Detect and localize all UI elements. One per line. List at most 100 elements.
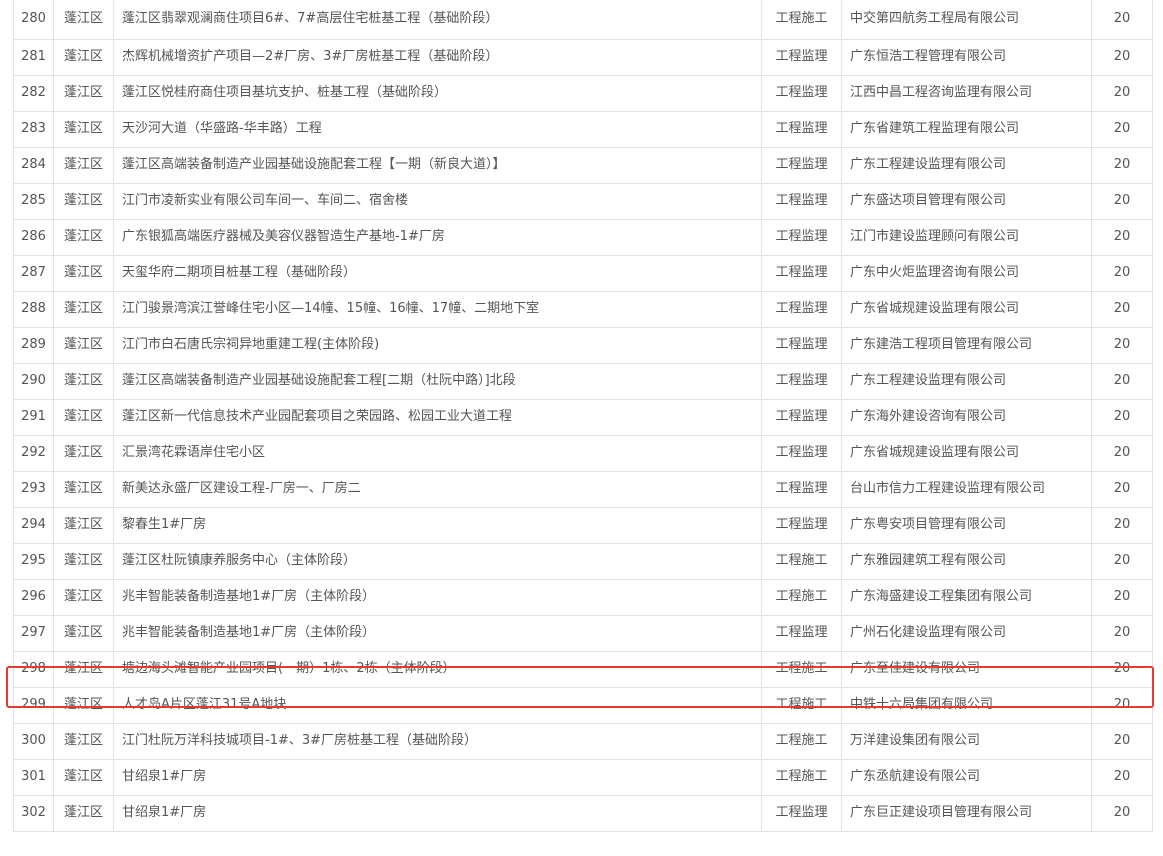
district-cell: 蓬江区: [53, 110, 114, 148]
district-cell: 蓬江区: [53, 614, 114, 652]
work-type-cell: 工程监理: [761, 326, 842, 364]
row-number-cell: 280: [13, 0, 54, 40]
district-cell: 蓬江区: [53, 686, 114, 724]
project-name-cell: 甘绍泉1#厂房: [113, 758, 762, 796]
district-cell: 蓬江区: [53, 38, 114, 76]
work-type-cell: 工程监理: [761, 38, 842, 76]
district-cell: 蓬江区: [53, 146, 114, 184]
work-type-cell: 工程监理: [761, 74, 842, 112]
row-number-cell: 302: [13, 794, 54, 832]
table-row: 301 蓬江区 甘绍泉1#厂房 工程施工 广东丞航建设有限公司 20: [13, 758, 1153, 796]
work-type-cell: 工程监理: [761, 218, 842, 256]
table-row: 287 蓬江区 天玺华府二期项目桩基工程（基础阶段） 工程监理 广东中火炬监理咨询有限公…: [13, 254, 1153, 292]
company-name-cell: 广东中火炬监理咨询有限公司: [841, 254, 1092, 292]
work-type-cell: 工程监理: [761, 470, 842, 508]
project-name-cell: 广东银狐高端医疗器械及美容仪器智造生产基地-1#厂房: [113, 218, 762, 256]
district-cell: 蓬江区: [53, 542, 114, 580]
project-name-cell: 蓬江区高端装备制造产业园基础设施配套工程[二期（杜阮中路）]北段: [113, 362, 762, 400]
company-name-cell: 台山市信力工程建设监理有限公司: [841, 470, 1092, 508]
district-cell: 蓬江区: [53, 506, 114, 544]
row-number-cell: 300: [13, 722, 54, 760]
score-cell: 20: [1091, 182, 1153, 220]
company-name-cell: 江西中昌工程咨询监理有限公司: [841, 74, 1092, 112]
district-cell: 蓬江区: [53, 254, 114, 292]
table-body: 280 蓬江区 蓬江区翡翠观澜商住项目6#、7#高层住宅桩基工程（基础阶段） 工程施工…: [13, 0, 1153, 832]
company-name-cell: 广东工程建设监理有限公司: [841, 362, 1092, 400]
work-type-cell: 工程施工: [761, 722, 842, 760]
work-type-cell: 工程施工: [761, 0, 842, 40]
score-cell: 20: [1091, 254, 1153, 292]
table-row: 286 蓬江区 广东银狐高端医疗器械及美容仪器智造生产基地-1#厂房 工程监理 江门市建…: [13, 218, 1153, 256]
score-cell: 20: [1091, 758, 1153, 796]
score-cell: 20: [1091, 146, 1153, 184]
table-row: 293 蓬江区 新美达永盛厂区建设工程-厂房一、厂房二 工程监理 台山市信力工程建设监理…: [13, 470, 1153, 508]
score-cell: 20: [1091, 434, 1153, 472]
district-cell: 蓬江区: [53, 362, 114, 400]
project-name-cell: 兆丰智能装备制造基地1#厂房（主体阶段）: [113, 578, 762, 616]
score-cell: 20: [1091, 398, 1153, 436]
row-number-cell: 293: [13, 470, 54, 508]
table-row: 285 蓬江区 江门市凌新实业有限公司车间一、车间二、宿舍楼 工程监理 广东盛达项目管理…: [13, 182, 1153, 220]
table-row: 284 蓬江区 蓬江区高端装备制造产业园基础设施配套工程【一期（新良大道）】 工程监理…: [13, 146, 1153, 184]
work-type-cell: 工程监理: [761, 794, 842, 832]
table-row: 289 蓬江区 江门市白石唐氏宗祠异地重建工程(主体阶段) 工程监理 广东建浩工程项目管…: [13, 326, 1153, 364]
score-cell: 20: [1091, 542, 1153, 580]
district-cell: 蓬江区: [53, 290, 114, 328]
table-row: 295 蓬江区 蓬江区杜阮镇康养服务中心（主体阶段） 工程施工 广东雅园建筑工程有限公司…: [13, 542, 1153, 580]
project-name-cell: 江门杜阮万洋科技城项目-1#、3#厂房桩基工程（基础阶段）: [113, 722, 762, 760]
row-number-cell: 286: [13, 218, 54, 256]
score-cell: 20: [1091, 614, 1153, 652]
row-number-cell: 295: [13, 542, 54, 580]
project-name-cell: 江门市凌新实业有限公司车间一、车间二、宿舍楼: [113, 182, 762, 220]
table-row: 288 蓬江区 江门骏景湾滨江誉峰住宅小区—14幢、15幢、16幢、17幢、二期地下…: [13, 290, 1153, 328]
table-row: 283 蓬江区 天沙河大道（华盛路-华丰路）工程 工程监理 广东省建筑工程监理有限公司 2…: [13, 110, 1153, 148]
company-name-cell: 中铁十六局集团有限公司: [841, 686, 1092, 724]
table-row: 299 蓬江区 人才岛A片区蓬江31号A地块 工程施工 中铁十六局集团有限公司 20: [13, 686, 1153, 724]
table-row: 282 蓬江区 蓬江区悦桂府商住项目基坑支护、桩基工程（基础阶段） 工程监理 江西中昌工…: [13, 74, 1153, 112]
project-name-cell: 甘绍泉1#厂房: [113, 794, 762, 832]
district-cell: 蓬江区: [53, 470, 114, 508]
score-cell: 20: [1091, 38, 1153, 76]
project-name-cell: 蓬江区杜阮镇康养服务中心（主体阶段）: [113, 542, 762, 580]
work-type-cell: 工程监理: [761, 110, 842, 148]
work-type-cell: 工程监理: [761, 434, 842, 472]
work-type-cell: 工程监理: [761, 398, 842, 436]
work-type-cell: 工程施工: [761, 686, 842, 724]
company-name-cell: 广东省城规建设监理有限公司: [841, 434, 1092, 472]
work-type-cell: 工程施工: [761, 650, 842, 688]
district-cell: 蓬江区: [53, 650, 114, 688]
project-name-cell: 江门市白石唐氏宗祠异地重建工程(主体阶段): [113, 326, 762, 364]
company-name-cell: 广东巨正建设项目管理有限公司: [841, 794, 1092, 832]
row-number-cell: 283: [13, 110, 54, 148]
score-cell: 20: [1091, 362, 1153, 400]
row-number-cell: 284: [13, 146, 54, 184]
table-row-highlighted: 298 蓬江区 塘边海头滩智能产业园项目(一期）1栋、2栋（主体阶段） 工程施工 广东至…: [13, 650, 1153, 688]
company-name-cell: 广东盛达项目管理有限公司: [841, 182, 1092, 220]
score-cell: 20: [1091, 650, 1153, 688]
work-type-cell: 工程施工: [761, 758, 842, 796]
project-name-cell: 天玺华府二期项目桩基工程（基础阶段）: [113, 254, 762, 292]
table-row: 294 蓬江区 黎春生1#厂房 工程监理 广东粤安项目管理有限公司 20: [13, 506, 1153, 544]
table-row: 296 蓬江区 兆丰智能装备制造基地1#厂房（主体阶段） 工程施工 广东海盛建设工程集团…: [13, 578, 1153, 616]
work-type-cell: 工程监理: [761, 362, 842, 400]
table-row: 280 蓬江区 蓬江区翡翠观澜商住项目6#、7#高层住宅桩基工程（基础阶段） 工程施工…: [13, 0, 1153, 40]
row-number-cell: 289: [13, 326, 54, 364]
work-type-cell: 工程监理: [761, 614, 842, 652]
work-type-cell: 工程施工: [761, 542, 842, 580]
project-name-cell: 江门骏景湾滨江誉峰住宅小区—14幢、15幢、16幢、17幢、二期地下室: [113, 290, 762, 328]
score-cell: 20: [1091, 290, 1153, 328]
project-name-cell: 新美达永盛厂区建设工程-厂房一、厂房二: [113, 470, 762, 508]
district-cell: 蓬江区: [53, 218, 114, 256]
project-name-cell: 黎春生1#厂房: [113, 506, 762, 544]
work-type-cell: 工程监理: [761, 254, 842, 292]
company-name-cell: 广东海外建设咨询有限公司: [841, 398, 1092, 436]
company-name-cell: 广东粤安项目管理有限公司: [841, 506, 1092, 544]
district-cell: 蓬江区: [53, 722, 114, 760]
district-cell: 蓬江区: [53, 578, 114, 616]
company-name-cell: 万洋建设集团有限公司: [841, 722, 1092, 760]
district-cell: 蓬江区: [53, 434, 114, 472]
row-number-cell: 290: [13, 362, 54, 400]
company-name-cell: 广东工程建设监理有限公司: [841, 146, 1092, 184]
table-row: 292 蓬江区 汇景湾花霖语岸住宅小区 工程监理 广东省城规建设监理有限公司 20: [13, 434, 1153, 472]
row-number-cell: 291: [13, 398, 54, 436]
